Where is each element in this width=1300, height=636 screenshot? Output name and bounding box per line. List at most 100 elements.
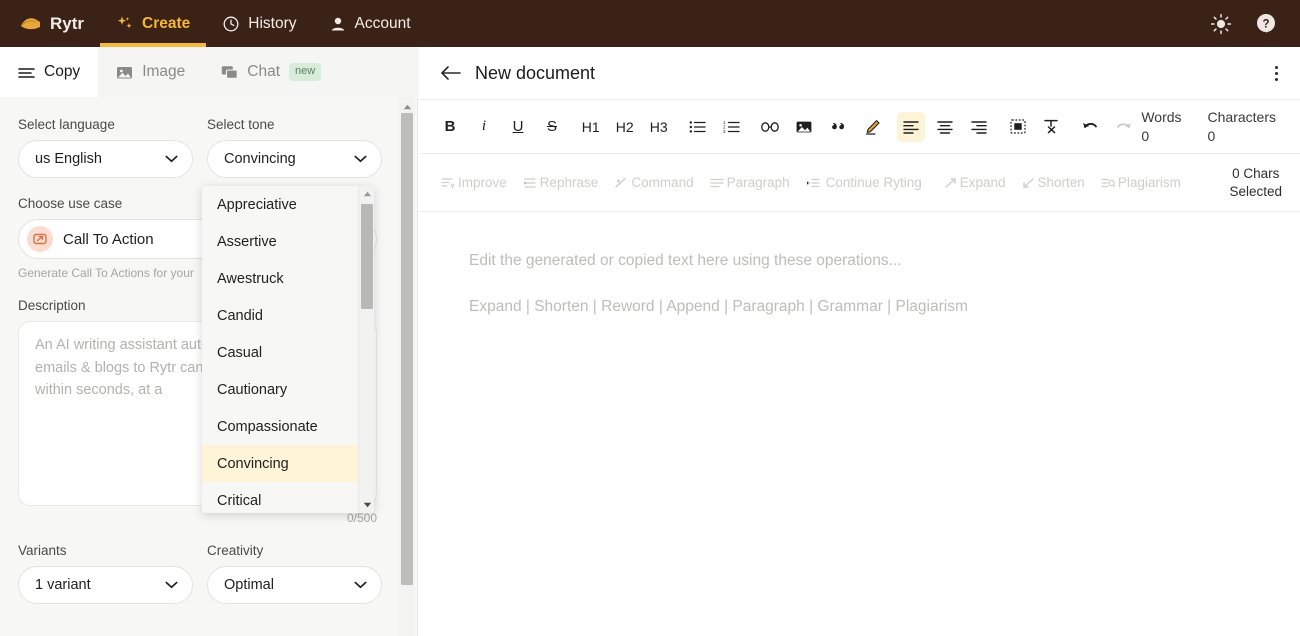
op-shorten[interactable]: Shorten	[1022, 175, 1085, 190]
document-editor-body[interactable]: Edit the generated or copied text here u…	[419, 212, 1300, 320]
op-rephrase-label: Rephrase	[540, 175, 599, 190]
top-nav-right-actions: ?	[1210, 12, 1300, 36]
tone-dropdown-scroll-thumb[interactable]	[361, 204, 373, 309]
svg-text:3: 3	[723, 129, 726, 134]
tone-option-candid[interactable]: Candid	[202, 297, 358, 334]
language-select[interactable]: us English	[18, 140, 193, 178]
arrow-left-icon[interactable]	[440, 65, 461, 81]
blockquote-icon[interactable]	[824, 112, 852, 142]
align-right-icon[interactable]	[965, 112, 993, 142]
sparkles-icon	[116, 15, 134, 33]
chevron-down-icon	[165, 155, 178, 163]
tab-image[interactable]: Image	[98, 47, 203, 97]
chat-bubbles-icon	[221, 65, 238, 80]
tab-chat[interactable]: Chat new	[203, 47, 339, 97]
nav-item-account[interactable]: Account	[313, 0, 427, 47]
heading-2-button[interactable]: H2	[611, 112, 639, 142]
op-plagiarism[interactable]: Plagiarism	[1101, 175, 1181, 190]
highlighter-icon[interactable]	[858, 112, 886, 142]
scroll-up-arrow-icon[interactable]	[399, 100, 415, 114]
expand-icon	[944, 177, 957, 189]
op-rephrase[interactable]: Rephrase	[523, 175, 599, 190]
variants-select[interactable]: 1 variant	[18, 566, 193, 604]
nav-label-account: Account	[355, 15, 411, 33]
op-command[interactable]: Command	[614, 175, 693, 190]
tab-chat-label: Chat	[247, 63, 280, 81]
image-icon[interactable]	[790, 112, 818, 142]
insert-block-icon[interactable]	[1004, 112, 1032, 142]
improve-icon	[441, 177, 455, 189]
word-char-counters: Words 0 Characters 0	[1141, 108, 1282, 146]
rytr-app: Rytr Create History	[0, 0, 1300, 636]
redo-icon[interactable]	[1110, 112, 1138, 142]
top-navigation-bar: Rytr Create History	[0, 0, 1300, 47]
align-left-icon[interactable]	[897, 112, 925, 142]
op-expand[interactable]: Expand	[944, 175, 1006, 190]
language-tone-row: Select language us English Select tone C…	[18, 117, 400, 178]
picture-icon	[116, 65, 133, 80]
shorten-icon	[1022, 177, 1035, 189]
variants-label: Variants	[18, 543, 193, 558]
heading-1-button[interactable]: H1	[577, 112, 605, 142]
tab-copy[interactable]: Copy	[0, 47, 98, 97]
tone-dropdown-list[interactable]: AppreciativeAssertiveAwestruckCandidCasu…	[202, 186, 374, 513]
theme-sun-icon[interactable]	[1210, 13, 1232, 35]
brand-logo-rytr[interactable]: Rytr	[16, 0, 100, 47]
undo-icon[interactable]	[1076, 112, 1104, 142]
op-improve-label: Improve	[458, 175, 507, 190]
tone-field: Select tone Convincing	[207, 117, 382, 178]
scroll-down-arrow-icon[interactable]	[359, 497, 374, 513]
words-label: Words	[1141, 108, 1181, 127]
chevron-down-icon	[354, 581, 367, 589]
creativity-value: Optimal	[224, 577, 274, 593]
op-paragraph[interactable]: Paragraph	[710, 175, 790, 190]
scroll-up-arrow-icon[interactable]	[359, 186, 374, 202]
lines-icon	[18, 65, 35, 79]
continue-icon-wrap[interactable]	[806, 177, 820, 189]
tone-option-appreciative[interactable]: Appreciative	[202, 186, 358, 223]
plagiarism-icon	[1101, 177, 1115, 189]
underline-button[interactable]: U	[504, 112, 532, 142]
sidebar-scrollbar[interactable]	[399, 97, 415, 636]
sidebar-scroll-thumb[interactable]	[401, 113, 413, 585]
characters-label: Characters	[1208, 108, 1276, 127]
numbered-list-icon[interactable]: 123	[717, 112, 745, 142]
bold-button[interactable]: B	[436, 112, 464, 142]
tone-option-cautionary[interactable]: Cautionary	[202, 371, 358, 408]
link-icon[interactable]	[756, 112, 784, 142]
strikethrough-button[interactable]: S	[538, 112, 566, 142]
tone-dropdown-scrollbar[interactable]	[358, 186, 374, 513]
align-center-icon[interactable]	[931, 112, 959, 142]
op-continue-ryting[interactable]: Continue Ryting	[826, 175, 922, 190]
command-icon	[614, 177, 628, 189]
nav-label-history: History	[248, 15, 296, 33]
tone-option-assertive[interactable]: Assertive	[202, 223, 358, 260]
help-question-icon[interactable]: ?	[1254, 12, 1278, 36]
tone-option-compassionate[interactable]: Compassionate	[202, 408, 358, 445]
tone-option-casual[interactable]: Casual	[202, 334, 358, 371]
clear-format-icon[interactable]	[1038, 112, 1066, 142]
continue-icon	[806, 177, 820, 189]
document-editor-panel: New document B i U S H1 H2 H3 12	[419, 47, 1300, 636]
creativity-select[interactable]: Optimal	[207, 566, 382, 604]
use-case-value: Call To Action	[63, 231, 154, 248]
heading-3-button[interactable]: H3	[645, 112, 673, 142]
kebab-menu-icon[interactable]	[1275, 66, 1278, 81]
svg-text:?: ?	[1262, 18, 1269, 30]
chars-selected-indicator: 0 Chars Selected	[1229, 165, 1282, 201]
editor-placeholder-line-1: Edit the generated or copied text here u…	[469, 248, 1276, 274]
op-shorten-label: Shorten	[1038, 175, 1085, 190]
nav-item-create[interactable]: Create	[100, 0, 206, 47]
tone-select[interactable]: Convincing	[207, 140, 382, 178]
op-improve[interactable]: Improve	[441, 175, 507, 190]
tone-option-convincing[interactable]: Convincing	[202, 445, 358, 482]
tone-option-critical[interactable]: Critical	[202, 482, 358, 513]
chat-new-badge: new	[289, 63, 321, 80]
clock-history-icon	[222, 15, 240, 33]
tone-option-awestruck[interactable]: Awestruck	[202, 260, 358, 297]
italic-button[interactable]: i	[470, 112, 498, 142]
nav-item-history[interactable]: History	[206, 0, 312, 47]
variants-field: Variants 1 variant	[18, 543, 193, 604]
op-expand-label: Expand	[960, 175, 1006, 190]
bullet-list-icon[interactable]	[683, 112, 711, 142]
